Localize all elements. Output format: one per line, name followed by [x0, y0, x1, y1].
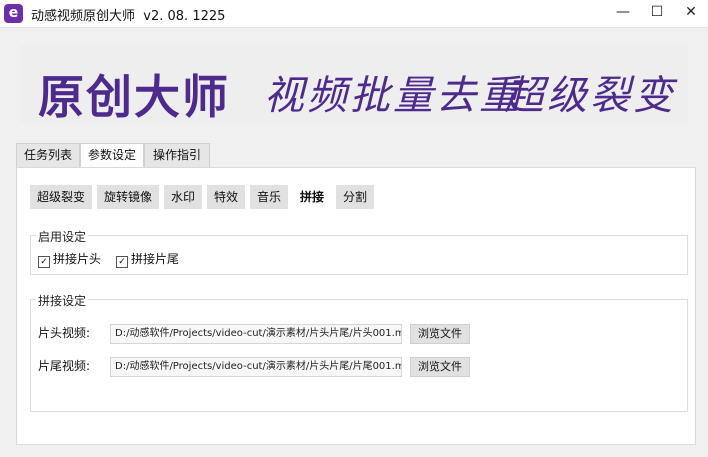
intro-video-path-input[interactable]: D:/动感软件/Projects/video-cut/演示素材/片头片尾/片头0… [110, 324, 402, 344]
outro-video-path-input[interactable]: D:/动感软件/Projects/video-cut/演示素材/片头片尾/片尾0… [110, 357, 402, 377]
checkbox-checked-icon: ✓ [116, 256, 128, 268]
app-logo-icon: e [4, 4, 23, 23]
subtab-watermark[interactable]: 水印 [164, 185, 202, 209]
banner-slogan-fission: 超级裂变 [504, 73, 676, 119]
outro-video-label: 片尾视频: [38, 359, 91, 373]
enable-settings-title: 启用设定 [36, 228, 89, 245]
subtab-super-fission[interactable]: 超级裂变 [30, 185, 92, 209]
title-bar: e 动感视频原创大师 v2. 08. 1225 — ☐ ✕ [0, 0, 708, 28]
splice-settings-group [30, 299, 688, 412]
splice-outro-checkbox[interactable]: ✓ 拼接片尾 [116, 250, 179, 268]
minimize-button[interactable]: — [606, 0, 640, 27]
subtab-music[interactable]: 音乐 [250, 185, 288, 209]
subtab-split[interactable]: 分割 [336, 185, 374, 209]
window-title: 动感视频原创大师 v2. 08. 1225 [31, 5, 225, 24]
browse-intro-button[interactable]: 浏览文件 [410, 324, 470, 344]
banner-title: 原创大师 [38, 70, 230, 124]
intro-video-label: 片头视频: [38, 326, 91, 340]
app-name: 动感视频原创大师 [31, 9, 136, 24]
app-version: v2. 08. 1225 [143, 9, 226, 24]
subtab-effects[interactable]: 特效 [207, 185, 245, 209]
brand-banner: 原创大师 视频批量去重 超级裂变 [20, 45, 688, 124]
splice-intro-checkbox[interactable]: ✓ 拼接片头 [38, 250, 101, 268]
banner-slogan-dedup: 视频批量去重 [264, 73, 522, 119]
splice-intro-label: 拼接片头 [53, 252, 102, 266]
subtab-rotate-mirror[interactable]: 旋转镜像 [97, 185, 159, 209]
maximize-button[interactable]: ☐ [640, 0, 674, 27]
tab-operation-guide[interactable]: 操作指引 [144, 143, 210, 167]
tab-task-list[interactable]: 任务列表 [16, 143, 80, 167]
checkbox-checked-icon: ✓ [38, 256, 50, 268]
close-button[interactable]: ✕ [674, 0, 708, 27]
settings-panel: 超级裂变 旋转镜像 水印 特效 音乐 拼接 分割 启用设定 ✓ 拼接片头 ✓ 拼接片… [16, 167, 696, 445]
splice-settings-title: 拼接设定 [36, 292, 89, 309]
subtab-splice[interactable]: 拼接 [293, 185, 331, 209]
browse-outro-button[interactable]: 浏览文件 [410, 357, 470, 377]
splice-outro-label: 拼接片尾 [131, 252, 180, 266]
tab-parameter-settings[interactable]: 参数设定 [80, 143, 144, 168]
